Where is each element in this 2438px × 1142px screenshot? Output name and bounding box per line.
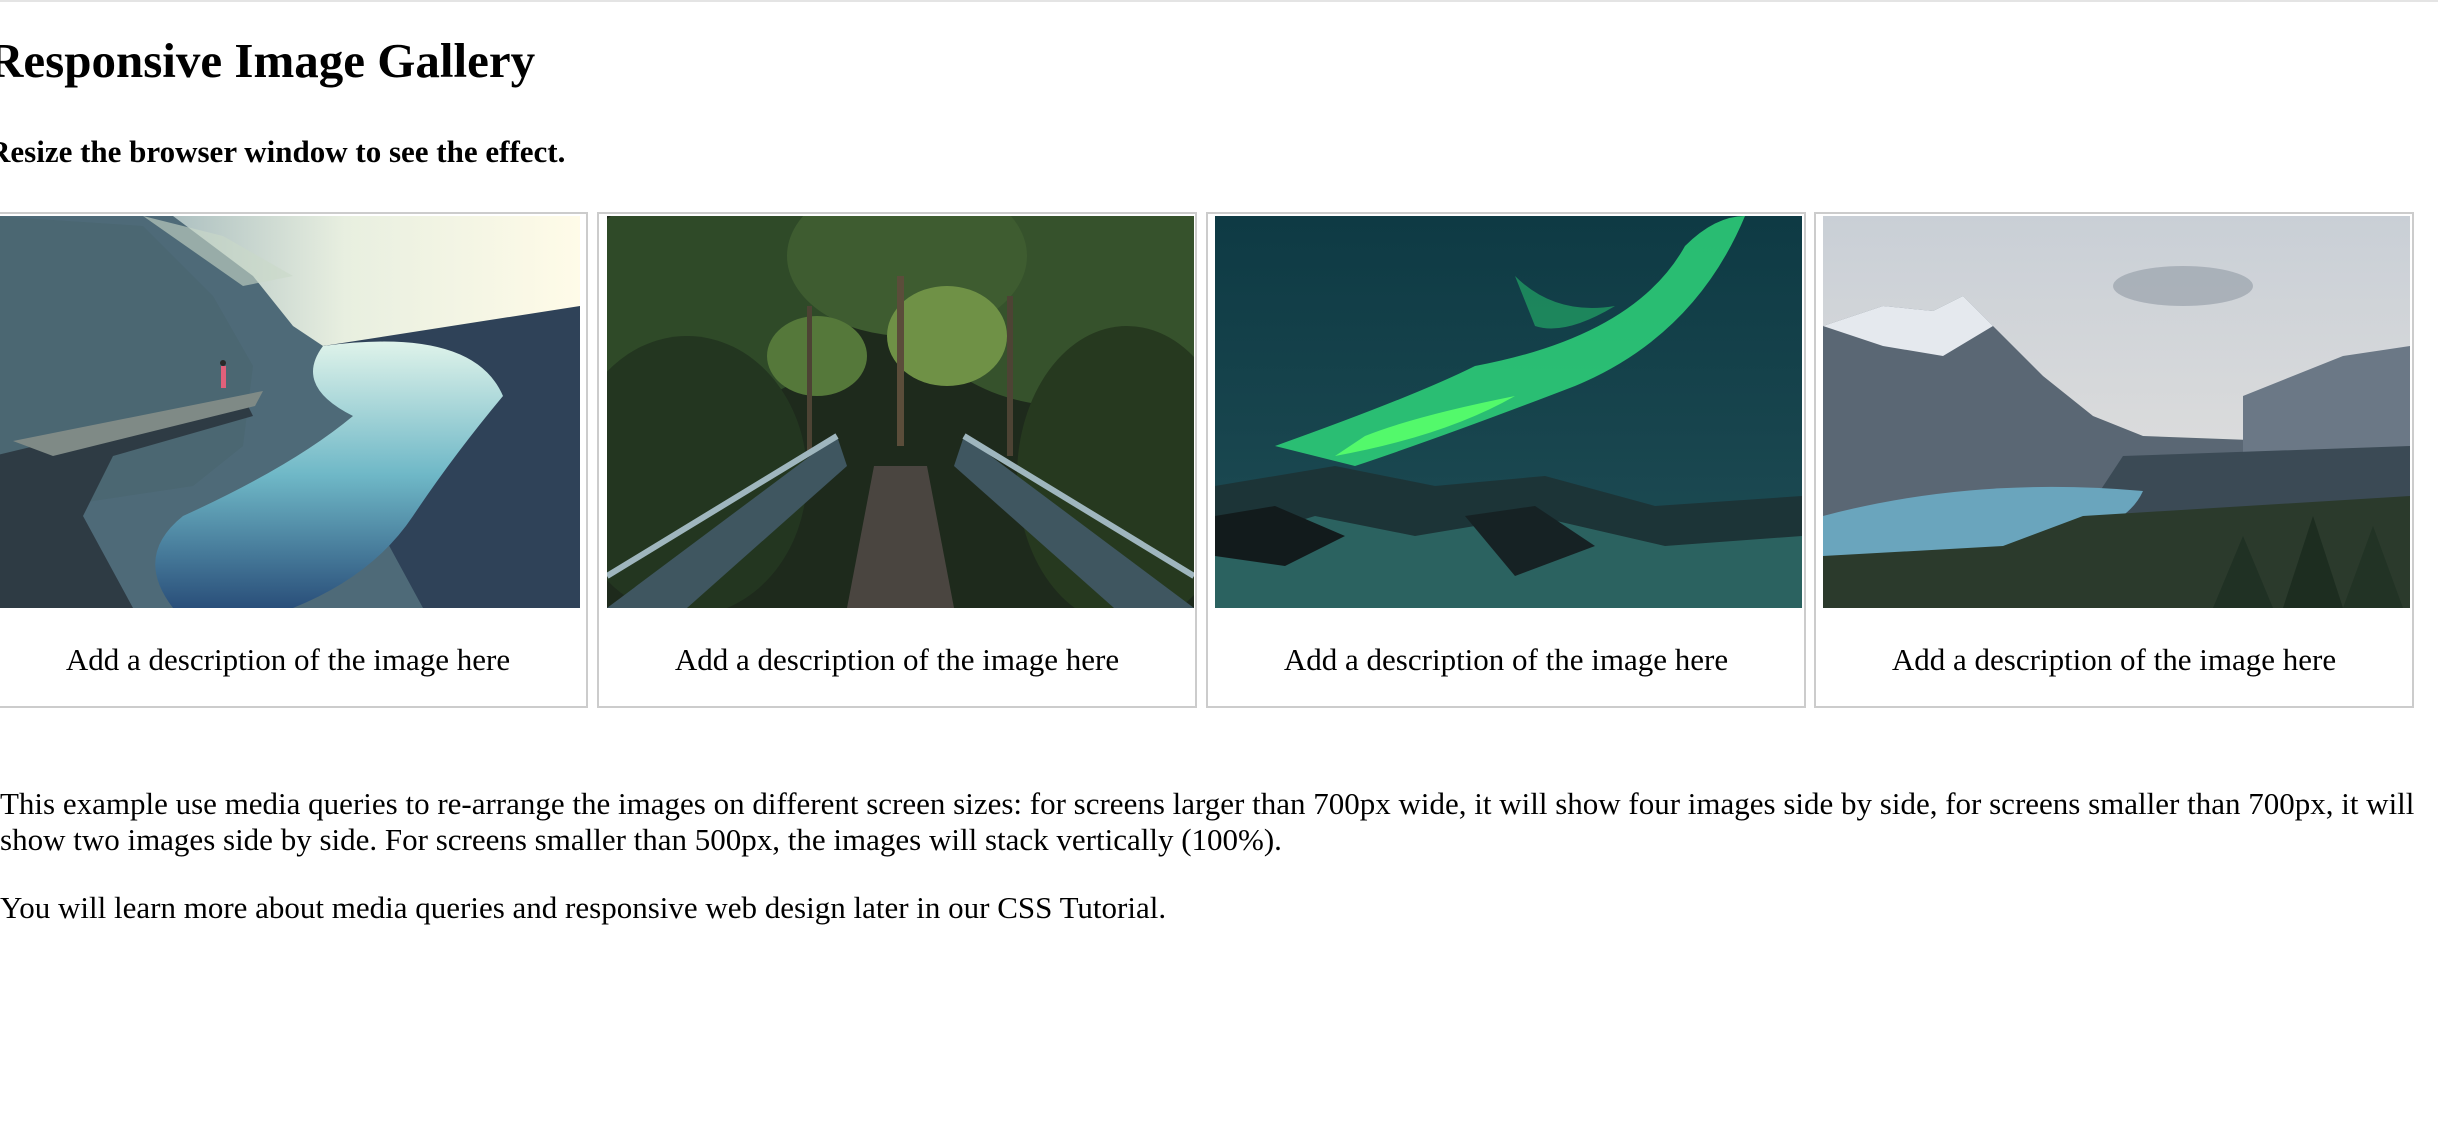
gallery-card-1: Add a description of the image here — [0, 212, 588, 708]
forest-bridge-photo[interactable] — [607, 216, 1194, 608]
gallery-card-2: Add a description of the image here — [597, 212, 1197, 708]
browser-top-border — [0, 0, 2438, 2]
image-description: Add a description of the image here — [1283, 642, 1729, 677]
mountain-lake-photo[interactable] — [1823, 216, 2410, 608]
image-description: Add a description of the image here — [674, 642, 1120, 677]
gallery-card-4: Add a description of the image here — [1814, 212, 2414, 708]
page-subtitle: Resize the browser window to see the eff… — [0, 134, 566, 169]
northern-lights-photo[interactable] — [1215, 216, 1802, 608]
body-paragraph-1: This example use media queries to re-arr… — [0, 786, 2415, 857]
cliff-fjord-photo[interactable] — [0, 216, 580, 608]
gallery-row: Add a description of the image here Add … — [0, 212, 2428, 712]
image-description: Add a description of the image here — [65, 642, 511, 677]
image-description: Add a description of the image here — [1891, 642, 2337, 677]
gallery-card-3: Add a description of the image here — [1206, 212, 1806, 708]
body-paragraph-2: You will learn more about media queries … — [0, 890, 1167, 925]
page-title: Responsive Image Gallery — [0, 33, 536, 88]
